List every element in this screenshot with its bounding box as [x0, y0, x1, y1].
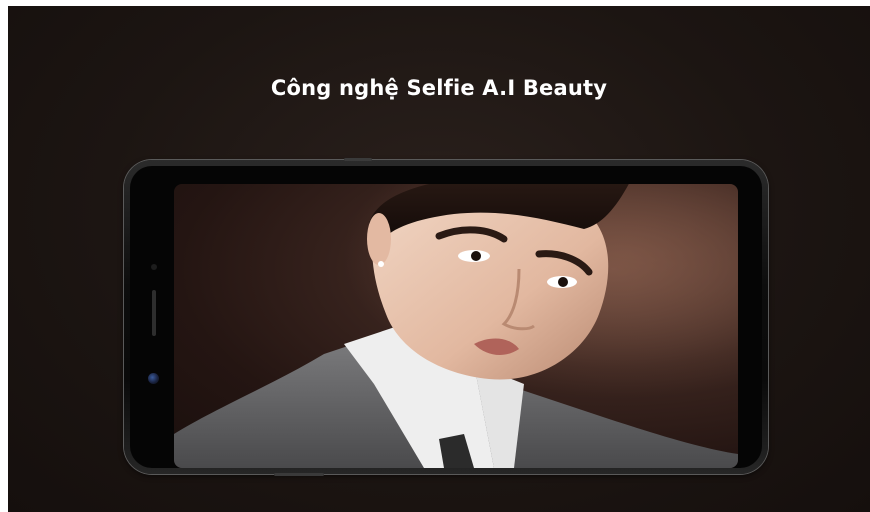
portrait-photo	[174, 184, 738, 468]
headline: Công nghệ Selfie A.I Beauty	[270, 76, 608, 100]
phone-button-bottom	[274, 473, 324, 476]
proximity-sensor-icon	[151, 264, 157, 270]
phone-button-top	[344, 158, 372, 161]
phone-screen-portrait	[174, 184, 738, 468]
promo-banner: Công nghệ Selfie A.I Beauty	[8, 6, 870, 512]
phone-device	[124, 158, 768, 476]
front-camera-icon	[148, 373, 159, 384]
phone-bezel	[130, 166, 762, 468]
earpiece-speaker-icon	[152, 290, 156, 336]
